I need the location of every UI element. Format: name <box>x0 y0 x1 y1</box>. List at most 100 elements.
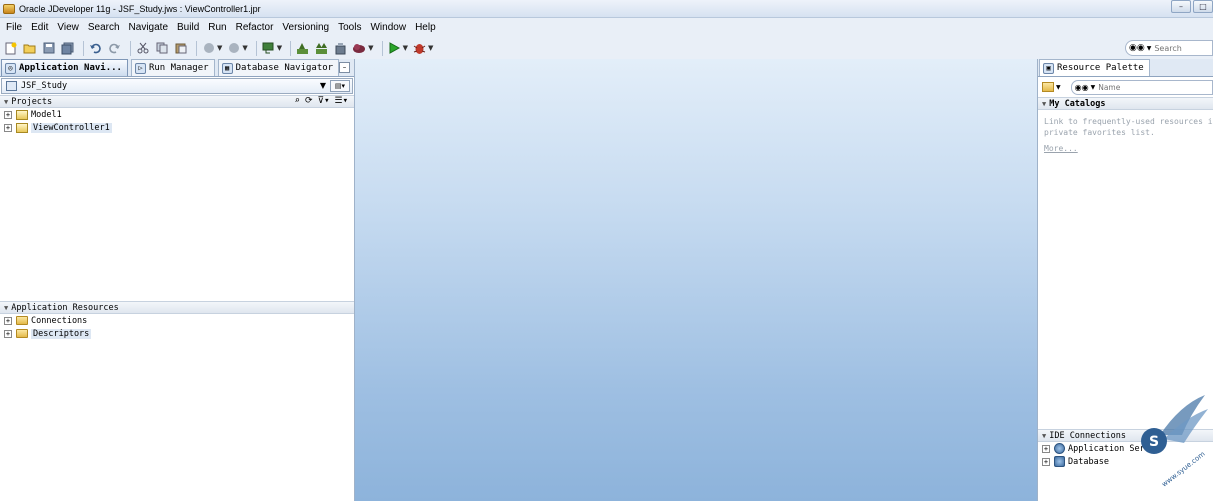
navigator-tabs: ◎ Application Navi... ▷ Run Manager ▦ Da… <box>0 59 354 77</box>
new-folder-icon[interactable] <box>1042 82 1054 92</box>
application-selector[interactable]: JSF_Study ▼ ▤▾ <box>1 78 353 94</box>
menu-view[interactable]: View <box>54 22 85 33</box>
search-dropdown-icon[interactable]: ▼ <box>1147 45 1152 52</box>
search-dropdown-icon[interactable]: ▼ <box>1091 84 1096 91</box>
tab-label: Resource Palette <box>1057 63 1144 73</box>
run-icon[interactable] <box>387 41 402 56</box>
new-folder-dropdown-icon[interactable]: ▼ <box>1056 84 1061 91</box>
copy-icon[interactable] <box>154 41 169 56</box>
cloud-dropdown-icon[interactable]: ▼ <box>368 44 373 52</box>
title-bar: Oracle JDeveloper 11g - JSF_Study.jws : … <box>0 0 1213 18</box>
resource-search-input[interactable] <box>1098 82 1179 92</box>
menu-navigate[interactable]: Navigate <box>126 22 174 33</box>
menu-window[interactable]: Window <box>367 22 412 33</box>
debug-dropdown-icon[interactable]: ▼ <box>428 44 433 52</box>
redo-icon[interactable] <box>107 41 122 56</box>
minimize-panel-button[interactable]: – <box>339 62 350 73</box>
menu-help[interactable]: Help <box>412 22 442 33</box>
forward-icon[interactable] <box>226 41 241 56</box>
binoculars-icon[interactable]: ◉◉ <box>1075 83 1089 92</box>
collapse-triangle-icon[interactable]: ▼ <box>1042 100 1046 108</box>
forward-dropdown-icon[interactable]: ▼ <box>242 44 247 52</box>
application-name: JSF_Study <box>21 81 68 91</box>
expand-icon[interactable]: + <box>1042 444 1050 453</box>
rebuild-icon[interactable] <box>314 41 329 56</box>
working-sets-icon[interactable]: ☰▾ <box>335 96 349 106</box>
application-menu-button[interactable]: ▤▾ <box>330 80 350 92</box>
deploy-icon[interactable] <box>333 41 348 56</box>
toolbar-search-box[interactable]: ◉◉ ▼ <box>1125 40 1213 56</box>
save-all-icon[interactable] <box>60 41 75 56</box>
template-icon[interactable] <box>261 41 276 56</box>
tree-row-descriptors[interactable]: + Descriptors <box>0 327 354 340</box>
filter-icon[interactable]: ⊽▾ <box>317 96 329 106</box>
menu-versioning[interactable]: Versioning <box>279 22 335 33</box>
menu-run[interactable]: Run <box>205 22 232 33</box>
maximize-window-button[interactable]: □ <box>1193 0 1213 13</box>
search-project-icon[interactable]: ⌕ <box>295 96 300 106</box>
tree-row-model1[interactable]: + Model1 <box>0 108 354 121</box>
more-link[interactable]: More... <box>1038 138 1213 153</box>
debug-icon[interactable] <box>412 41 427 56</box>
menu-build[interactable]: Build <box>174 22 205 33</box>
tree-row-viewcontroller1[interactable]: + ViewController1 <box>0 121 354 134</box>
refresh-icon[interactable]: ⟳ <box>305 96 313 106</box>
tab-label: Database Navigator <box>235 63 334 73</box>
tree-row-connections[interactable]: + Connections <box>0 314 354 327</box>
menu-tools[interactable]: Tools <box>335 22 367 33</box>
binoculars-icon[interactable]: ◉◉ <box>1129 43 1145 53</box>
save-icon[interactable] <box>41 41 56 56</box>
svg-text:www.syue.com: www.syue.com <box>1160 450 1206 489</box>
resource-label: Descriptors <box>31 328 92 339</box>
expand-icon[interactable]: + <box>4 110 12 119</box>
tab-database-navigator[interactable]: ▦ Database Navigator <box>217 59 340 76</box>
section-title: My Catalogs <box>1049 98 1106 109</box>
new-icon[interactable] <box>3 41 18 56</box>
catalogs-help-line: private favorites list. <box>1044 128 1155 137</box>
back-icon[interactable] <box>201 41 216 56</box>
tab-label: Application Navi... <box>19 63 122 73</box>
resource-search-box[interactable]: ◉◉ ▼ <box>1070 79 1213 95</box>
open-icon[interactable] <box>22 41 37 56</box>
my-catalogs-header[interactable]: ▼ My Catalogs <box>1038 97 1213 110</box>
cloud-icon[interactable] <box>352 41 367 56</box>
template-dropdown-icon[interactable]: ▼ <box>277 44 282 52</box>
minimize-window-button[interactable]: – <box>1171 0 1191 13</box>
tab-application-navigator[interactable]: ◎ Application Navi... <box>1 59 128 76</box>
expand-icon[interactable]: + <box>4 316 12 325</box>
make-icon[interactable] <box>295 41 310 56</box>
resource-palette-toolbar: ▼ ◉◉ ▼ <box>1038 77 1213 97</box>
menu-edit[interactable]: Edit <box>28 22 54 33</box>
menu-search[interactable]: Search <box>85 22 126 33</box>
run-dropdown-icon[interactable]: ▼ <box>403 44 408 52</box>
project-label: Model1 <box>31 109 62 120</box>
resource-palette-icon: ▣ <box>1043 62 1054 74</box>
resource-label: Connections <box>31 315 88 326</box>
application-resources-section-header[interactable]: ▼ Application Resources <box>0 301 354 314</box>
toolbar-separator <box>196 40 197 56</box>
projects-section-header[interactable]: ▼ Projects ⌕ ⟳ ⊽▾ ☰▾ <box>0 95 354 108</box>
undo-icon[interactable] <box>88 41 103 56</box>
window-title: Oracle JDeveloper 11g - JSF_Study.jws : … <box>19 3 261 14</box>
expand-icon[interactable]: + <box>4 123 12 132</box>
tab-resource-palette[interactable]: ▣ Resource Palette <box>1039 59 1150 76</box>
editor-area[interactable] <box>355 59 1037 501</box>
back-dropdown-icon[interactable]: ▼ <box>217 44 222 52</box>
menu-file[interactable]: File <box>3 22 28 33</box>
project-label: ViewController1 <box>31 122 112 133</box>
chevron-down-icon[interactable]: ▼ <box>320 81 326 90</box>
projects-tools: ⌕ ⟳ ⊽▾ ☰▾ <box>290 96 348 106</box>
expand-icon[interactable]: + <box>1042 457 1050 466</box>
collapse-triangle-icon[interactable]: ▼ <box>4 304 8 312</box>
toolbar-search-input[interactable] <box>1154 43 1211 53</box>
section-title: Application Resources <box>11 302 119 313</box>
menu-refactor[interactable]: Refactor <box>233 22 280 33</box>
tab-run-manager[interactable]: ▷ Run Manager <box>130 59 215 76</box>
collapse-triangle-icon[interactable]: ▼ <box>1042 432 1046 440</box>
collapse-triangle-icon[interactable]: ▼ <box>4 98 8 106</box>
expand-icon[interactable]: + <box>4 329 12 338</box>
application-resources-tree: + Connections + Descriptors <box>0 314 354 340</box>
toolbar-separator <box>130 40 131 56</box>
paste-icon[interactable] <box>173 41 188 56</box>
cut-icon[interactable] <box>135 41 150 56</box>
